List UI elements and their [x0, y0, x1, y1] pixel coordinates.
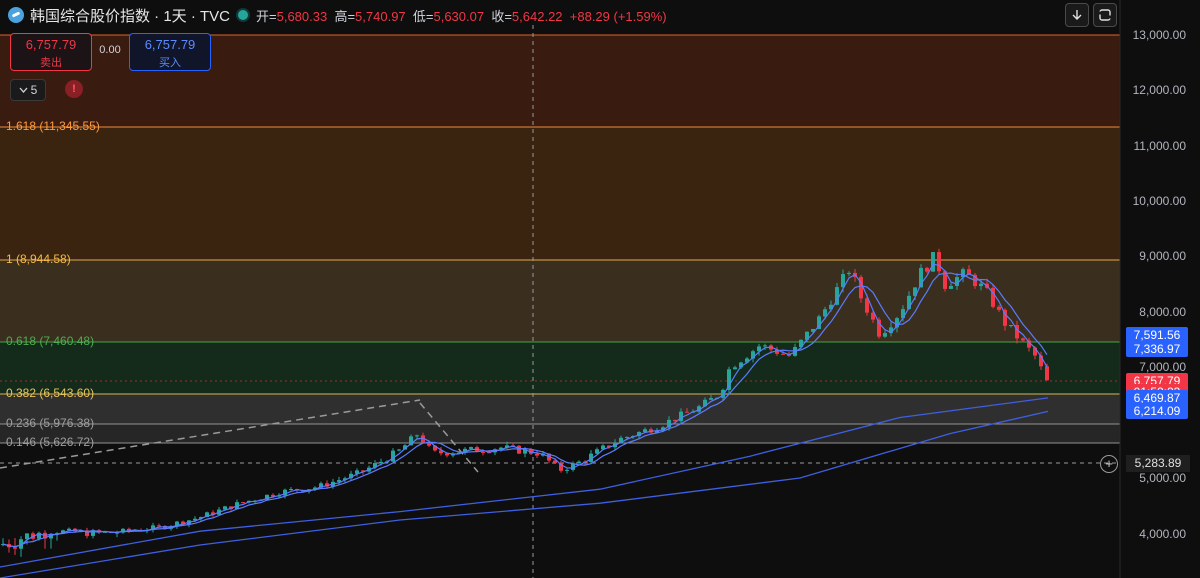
download-button[interactable]	[1065, 3, 1089, 27]
candle-body	[517, 445, 521, 454]
change-value: +88.29 (+1.59%)	[569, 8, 667, 24]
candle-body	[937, 252, 941, 272]
fib-label-3: 0.382 (6,543.60)	[6, 386, 95, 400]
candle-body	[643, 429, 647, 433]
candle-body	[625, 436, 629, 438]
sell-button[interactable]: 6,757.79 卖出	[10, 33, 92, 71]
download-icon	[1072, 10, 1082, 20]
candle-body	[223, 506, 227, 510]
price-axis-label: 7,000.00	[1139, 360, 1186, 374]
low-label: 低=	[412, 8, 434, 24]
candle-body	[781, 353, 785, 355]
candle-body	[415, 435, 419, 437]
candle-body	[289, 489, 293, 491]
candle-body	[241, 502, 245, 504]
fib-zone-4	[0, 394, 1120, 424]
high-value: 5,740.97	[355, 8, 406, 24]
indicators-toggle[interactable]: 5	[10, 79, 46, 101]
add-alert-button[interactable]: +	[1100, 455, 1118, 473]
crosshair-price-label: 5,283.89	[1126, 455, 1190, 472]
sell-label: 卖出	[40, 57, 62, 69]
price-tag-5: 6,214.09	[1126, 403, 1188, 420]
symbol-logo-icon	[8, 7, 24, 23]
chevron-down-icon	[19, 87, 28, 93]
chart-header: 韩国综合股价指数 · 1天 · TVC 开=5,680.33 高=5,740.9…	[8, 4, 667, 26]
candle-body	[13, 547, 17, 549]
fib-label-4: 0.236 (5,976.38)	[6, 416, 95, 430]
fullscreen-icon	[1098, 9, 1112, 21]
candle-body	[955, 277, 959, 286]
symbol-title[interactable]: 韩国综合股价指数 · 1天 · TVC	[30, 5, 230, 26]
indicators-count: 5	[30, 83, 38, 97]
price-axis-label: 8,000.00	[1139, 305, 1186, 319]
price-axis-label: 9,000.00	[1139, 249, 1186, 263]
low-value: 5,630.07	[433, 8, 485, 24]
candle-body	[25, 533, 29, 540]
candle-body	[1009, 324, 1013, 326]
candle-body	[397, 449, 401, 451]
candle-body	[847, 272, 851, 275]
candle-body	[469, 447, 473, 449]
candle-body	[949, 285, 953, 289]
market-status-icon	[236, 8, 251, 22]
candle-body	[925, 267, 929, 272]
buy-label: 买入	[159, 57, 181, 69]
candle-body	[577, 461, 581, 464]
fullscreen-button[interactable]	[1093, 3, 1117, 27]
price-axis-label: 10,000.00	[1132, 194, 1186, 208]
candle-body	[979, 283, 983, 287]
candle-body	[997, 306, 1001, 310]
price-axis-label: 12,000.00	[1132, 83, 1186, 97]
candle-body	[733, 367, 737, 370]
fib-zone-3	[0, 342, 1120, 394]
fib-label-2: 0.618 (7,460.48)	[6, 334, 95, 348]
price-axis-label: 4,000.00	[1139, 527, 1186, 541]
candle-body	[379, 461, 383, 464]
fib-label-5: 0.146 (5,626.72)	[6, 435, 95, 449]
warning-icon[interactable]: !	[65, 80, 83, 98]
buy-button[interactable]: 6,757.79 买入	[129, 33, 211, 71]
fib-label-1: 1 (8,944.58)	[6, 252, 71, 266]
fib-zone-1	[0, 127, 1120, 260]
price-axis-label: 13,000.00	[1132, 28, 1186, 42]
candle-body	[565, 469, 569, 471]
candle-body	[481, 451, 485, 453]
price-tag-1: 7,336.97	[1126, 340, 1188, 357]
fib-zone-2	[0, 260, 1120, 342]
candle-body	[931, 252, 935, 272]
candle-body	[157, 525, 161, 527]
candle-body	[883, 333, 887, 337]
close-value: 5,642.22	[511, 8, 563, 24]
buy-price: 6,757.79	[144, 37, 196, 52]
open-label: 开=	[256, 8, 277, 24]
spread-value: 0.00	[99, 44, 121, 56]
sell-price: 6,757.79	[25, 37, 77, 52]
candle-body	[535, 453, 539, 456]
candle-body	[391, 450, 395, 462]
candle-body	[709, 398, 713, 400]
candle-body	[763, 345, 767, 347]
fib-label-0: 1.618 (11,345.55)	[6, 119, 100, 133]
candle-body	[1045, 366, 1049, 381]
candle-body	[685, 411, 689, 413]
price-axis-label: 5,000.00	[1139, 471, 1186, 485]
candle-body	[1021, 338, 1025, 341]
high-label: 高=	[334, 8, 356, 24]
ohlc-values: 开=5,680.33 高=5,740.97 低=5,630.07 收=5,642…	[256, 6, 667, 25]
close-label: 收=	[491, 8, 512, 24]
price-chart[interactable]	[0, 0, 1200, 578]
price-axis-label: 11,000.00	[1133, 139, 1187, 153]
open-value: 5,680.33	[276, 8, 328, 24]
